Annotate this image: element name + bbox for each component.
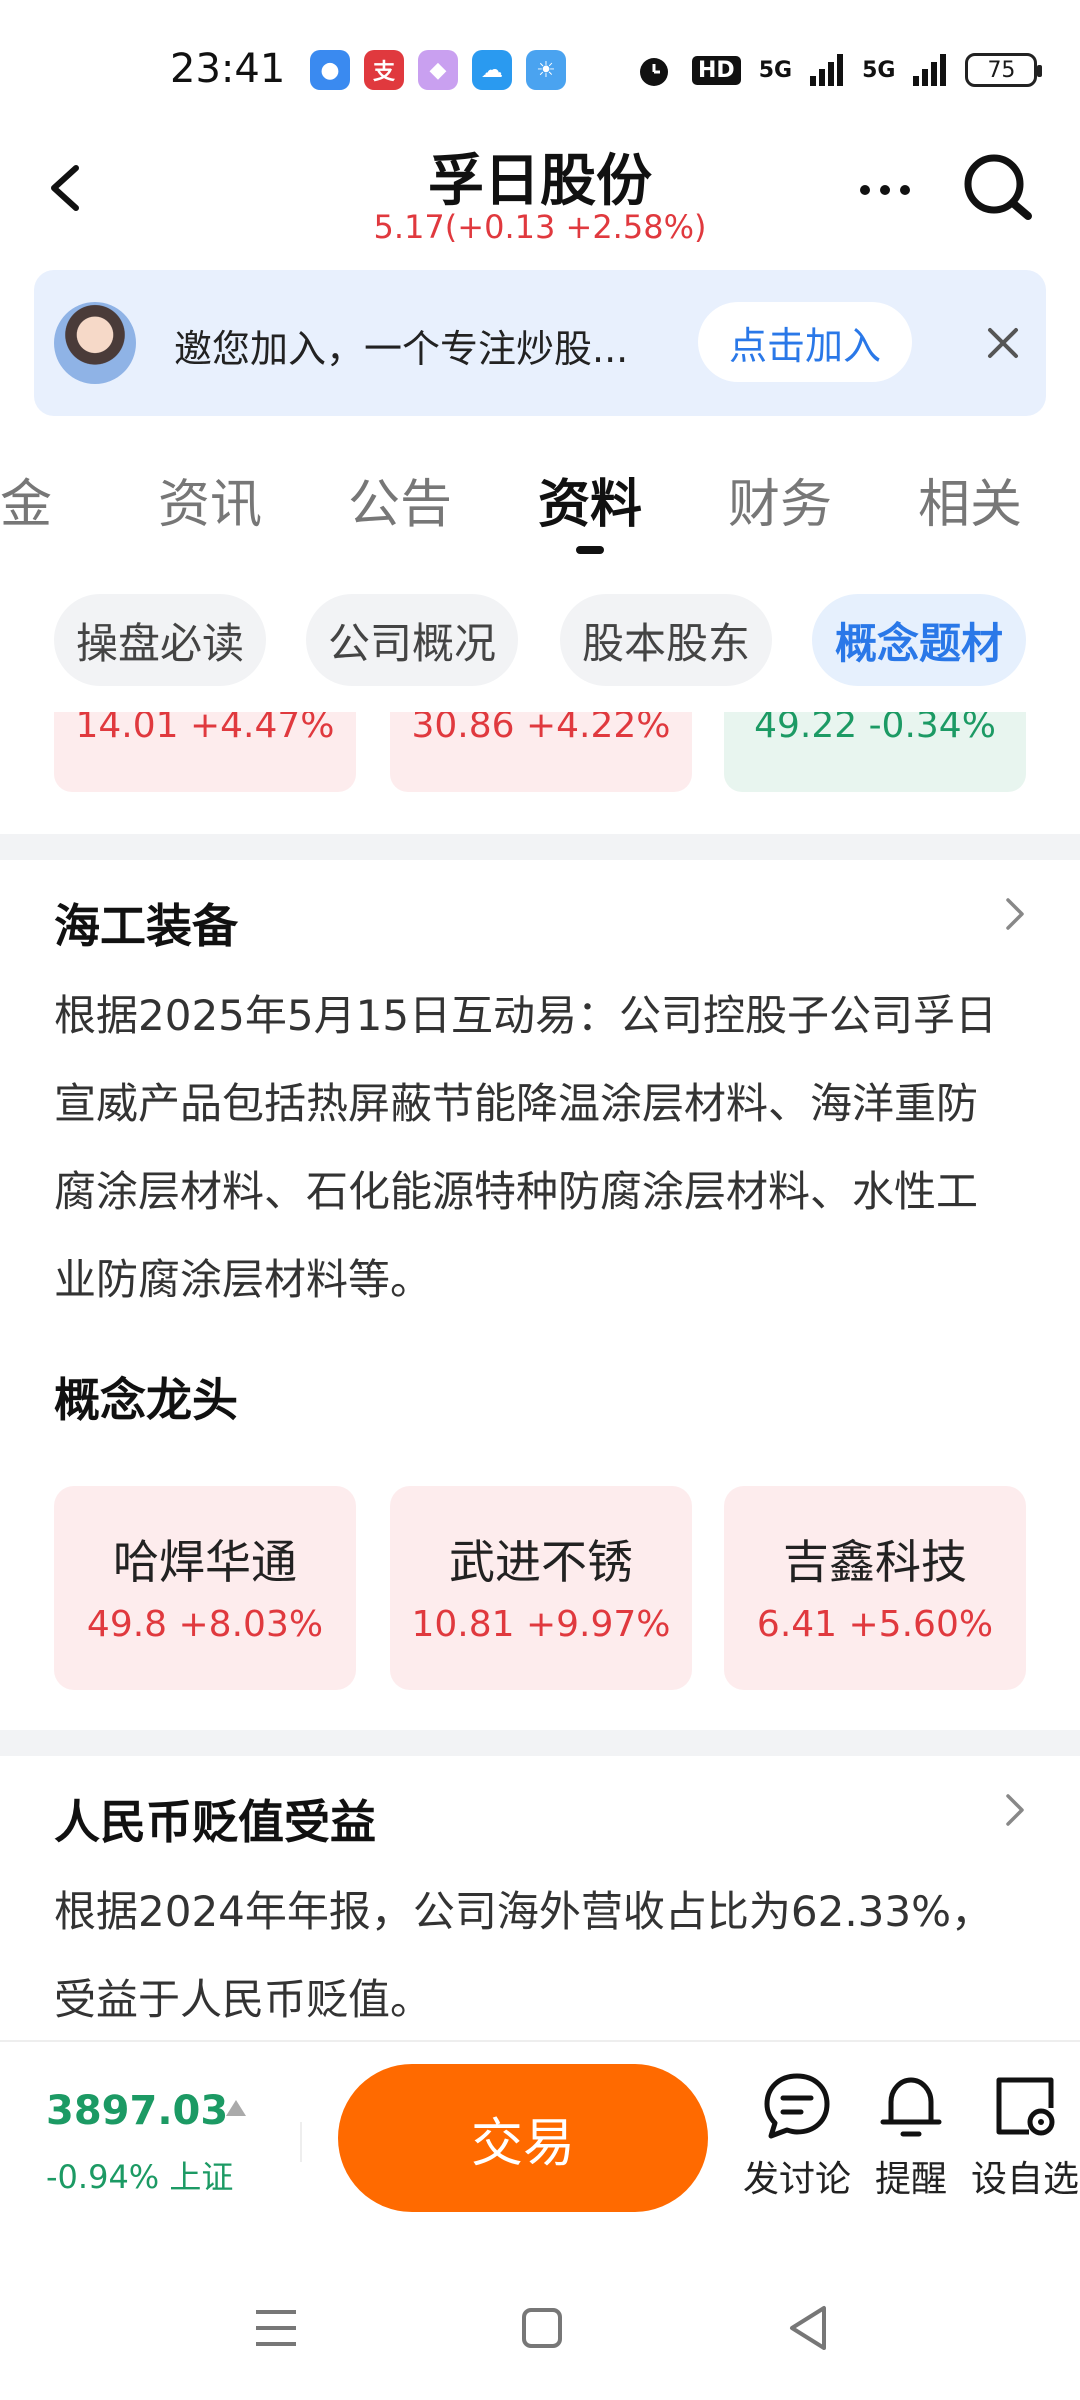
status-bar: 23:41 ● 支 ◆ ☁ ☀ HD 5G 5G 75: [0, 0, 1080, 140]
stock-quote: 5.17(+0.13 +2.58%): [373, 208, 707, 246]
invite-text: 邀您加入，一个专注炒股...: [174, 327, 629, 371]
more-icon[interactable]: [855, 170, 915, 210]
watchlist-settings-icon: [996, 2077, 1055, 2136]
description-line: 腐涂层材料、石化能源特种防腐涂层材料、水性工: [54, 1167, 979, 1216]
leader-card[interactable]: 哈焊华通 49.8 +8.03%: [54, 1486, 356, 1690]
discuss-label: 发讨论: [742, 2159, 851, 2200]
section-divider: [0, 834, 1080, 860]
tab-profile[interactable]: 资料: [538, 462, 642, 537]
bell-icon: [880, 2077, 942, 2137]
section-divider: [0, 1730, 1080, 1756]
leader-name: 武进不锈: [449, 1535, 633, 1589]
triangle-up-icon: [226, 2100, 246, 2116]
leader-name: 哈焊华通: [113, 1535, 297, 1589]
concept-description: 根据2024年年报，公司海外营收占比为62.33%， 受益于人民币贬值。: [54, 1868, 1034, 2044]
description-line: 根据2025年5月15日互动易：公司控股子公司孚日: [54, 991, 998, 1040]
description-line: 受益于人民币贬值。: [54, 1975, 433, 2024]
bottom-action-bar: 3897.03 -0.94% 上证 交易 发讨论 提醒 设自选: [0, 2040, 1080, 2240]
subtab-concepts[interactable]: 概念题材: [812, 594, 1026, 686]
system-navigation-bar: [0, 2270, 1080, 2400]
leader-card[interactable]: 武进不锈 10.81 +9.97%: [390, 1486, 692, 1690]
join-button[interactable]: 点击加入: [698, 302, 912, 382]
index-change[interactable]: -0.94% 上证: [46, 2152, 233, 2198]
notification-icons: ● 支 ◆ ☁ ☀: [310, 50, 566, 90]
main-tabs: 资金 资讯 公告 资料 财务 相关: [0, 462, 1080, 542]
battery-icon: 75: [965, 53, 1043, 87]
tab-related[interactable]: 相关: [918, 462, 1022, 537]
concept-leaders-heading: 概念龙头: [54, 1373, 238, 1427]
concept-description: 根据2025年5月15日互动易：公司控股子公司孚日 宣威产品包括热屏蔽节能降温涂…: [54, 972, 1034, 1324]
clock: 23:41: [170, 46, 286, 92]
tab-news[interactable]: 资讯: [158, 462, 262, 537]
cloud-icon: ☁: [472, 50, 512, 90]
subtab-shareholders[interactable]: 股本股东: [560, 594, 772, 686]
app-notification-icon: ●: [310, 50, 350, 90]
concept-title[interactable]: 海工装备: [54, 890, 238, 956]
avatar: [54, 302, 136, 384]
leader-card[interactable]: 吉鑫科技 6.41 +5.60%: [724, 1486, 1026, 1690]
trade-button[interactable]: 交易: [338, 2064, 708, 2212]
leader-price: 10.81 +9.97%: [411, 1604, 671, 1645]
leader-price: 49.8 +8.03%: [86, 1604, 324, 1645]
home-icon[interactable]: [512, 2298, 572, 2358]
leader-price: 49.22 -0.34%: [754, 712, 996, 746]
description-line: 根据2024年年报，公司海外营收占比为62.33%，: [54, 1887, 994, 1936]
signal-bars-icon: [913, 54, 947, 86]
discuss-button[interactable]: 发讨论: [742, 2070, 852, 2202]
description-line: 业防腐涂层材料等。: [54, 1255, 433, 1304]
alarm-icon: [640, 58, 668, 86]
alert-button[interactable]: 提醒: [856, 2070, 966, 2202]
tab-finance[interactable]: 财务: [728, 462, 832, 537]
add-watchlist-label: 设自选: [970, 2159, 1079, 2200]
chevron-right-icon[interactable]: [1000, 1790, 1030, 1830]
signal-5g-icon: 5G: [862, 57, 896, 83]
weather-icon: ☀: [526, 50, 566, 90]
chat-bubble-icon: [764, 2073, 830, 2139]
index-value[interactable]: 3897.03: [46, 2088, 228, 2134]
hd-icon: HD: [692, 55, 741, 85]
chevron-right-icon[interactable]: [1000, 894, 1030, 934]
leader-price: 30.86 +4.22%: [411, 712, 671, 746]
alipay-icon: 支: [364, 50, 404, 90]
stock-name: 孚日股份: [428, 149, 652, 214]
concept-title[interactable]: 人民币贬值受益: [54, 1786, 376, 1852]
leader-card[interactable]: 30.86 +4.22%: [390, 712, 692, 792]
battery-level: 75: [987, 57, 1016, 83]
back-icon[interactable]: [778, 2298, 838, 2358]
tab-funds[interactable]: 资金: [0, 462, 52, 537]
subtab-trading-guide[interactable]: 操盘必读: [54, 594, 266, 686]
divider: [300, 2122, 302, 2162]
subtab-company-overview[interactable]: 公司概况: [306, 594, 518, 686]
system-indicators: HD 5G 5G 75: [634, 50, 1043, 90]
description-line: 宣威产品包括热屏蔽节能降温涂层材料、海洋重防: [54, 1079, 979, 1128]
tab-announcements[interactable]: 公告: [348, 462, 452, 537]
leader-card[interactable]: 49.22 -0.34%: [724, 712, 1026, 792]
app-notification-icon: ◆: [418, 50, 458, 90]
leader-name: 吉鑫科技: [783, 1535, 967, 1589]
alert-label: 提醒: [874, 2159, 947, 2200]
menu-icon[interactable]: [246, 2298, 306, 2358]
previous-leader-cards: 14.01 +4.47% 30.86 +4.22% 49.22 -0.34%: [0, 712, 1080, 796]
invite-banner[interactable]: 邀您加入，一个专注炒股... 点击加入: [34, 270, 1046, 416]
signal-bars-icon: [810, 54, 844, 86]
add-watchlist-button[interactable]: 设自选: [970, 2070, 1080, 2202]
search-icon[interactable]: [960, 150, 1036, 226]
leader-price: 6.41 +5.60%: [756, 1604, 994, 1645]
close-icon[interactable]: [980, 320, 1026, 366]
leader-card[interactable]: 14.01 +4.47%: [54, 712, 356, 792]
active-tab-indicator: [576, 546, 604, 554]
signal-5g-icon: 5G: [758, 57, 793, 83]
leader-price: 14.01 +4.47%: [75, 712, 335, 746]
